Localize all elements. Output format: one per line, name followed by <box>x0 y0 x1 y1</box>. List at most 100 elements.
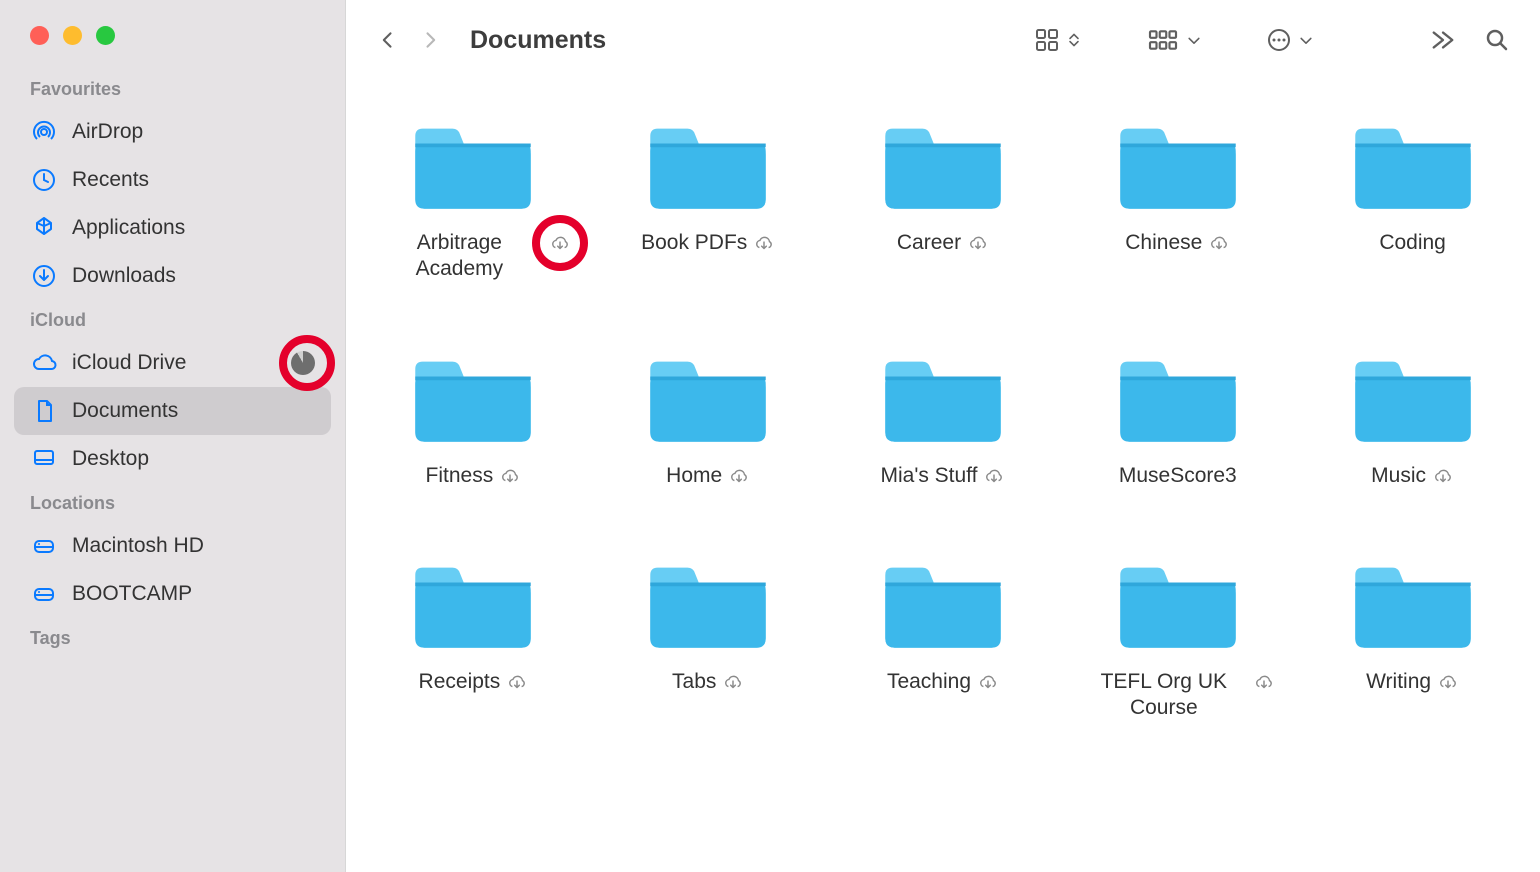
sidebar-item-label: Downloads <box>72 264 315 288</box>
folder-icon <box>638 549 778 657</box>
content-area[interactable]: Arbitrage Academy Book PDFs Career Chinese C… <box>346 80 1540 872</box>
sidebar-item-applications[interactable]: Applications <box>14 204 331 252</box>
desktop-icon <box>30 445 58 473</box>
sidebar-item-label: Macintosh HD <box>72 534 315 558</box>
window-fullscreen-button[interactable] <box>96 26 115 45</box>
cloud-download-icon <box>506 673 528 691</box>
cloud-download-icon <box>1208 234 1230 252</box>
sidebar-item-downloads[interactable]: Downloads <box>14 252 331 300</box>
folder-label: Teaching <box>887 669 971 695</box>
sidebar-heading: Locations <box>14 483 331 522</box>
sidebar-item-label: Desktop <box>72 447 315 471</box>
sidebar-item-label: Applications <box>72 216 315 240</box>
folder-label: Coding <box>1379 230 1446 256</box>
cloud-download-icon <box>549 234 571 252</box>
sidebar-item-label: iCloud Drive <box>72 351 277 375</box>
folder-item[interactable]: Book PDFs <box>611 110 806 283</box>
folder-icon <box>1108 549 1248 657</box>
main-pane: Documents Arbitrage Academy Book PDFs Care… <box>345 0 1540 872</box>
sidebar-item-macintosh-hd[interactable]: Macintosh HD <box>14 522 331 570</box>
nav-back-button[interactable] <box>376 28 400 52</box>
folder-label: Receipts <box>419 669 501 695</box>
folder-item[interactable]: Coding <box>1315 110 1510 283</box>
airdrop-icon <box>30 118 58 146</box>
cloud-download-icon <box>983 467 1005 485</box>
folder-item[interactable]: TEFL Org UK Course <box>1080 549 1275 722</box>
toolbar: Documents <box>346 0 1540 80</box>
folder-item[interactable]: Teaching <box>846 549 1041 722</box>
folder-label: MuseScore3 <box>1119 463 1237 489</box>
folder-label: Book PDFs <box>641 230 747 256</box>
folder-item[interactable]: Music <box>1315 343 1510 489</box>
sidebar-item-label: Recents <box>72 168 315 192</box>
folder-icon <box>638 110 778 218</box>
applications-icon <box>30 214 58 242</box>
window-minimize-button[interactable] <box>63 26 82 45</box>
sidebar-item-label: Documents <box>72 399 315 423</box>
folder-label: Tabs <box>672 669 716 695</box>
cloud-download-icon <box>967 234 989 252</box>
folder-icon <box>638 343 778 451</box>
sidebar-item-recents[interactable]: Recents <box>14 156 331 204</box>
sidebar-item-airdrop[interactable]: AirDrop <box>14 108 331 156</box>
cloud-download-icon <box>977 673 999 691</box>
disk-icon <box>30 532 58 560</box>
window-title: Documents <box>470 26 606 55</box>
folder-item[interactable]: MuseScore3 <box>1080 343 1275 489</box>
cloud-download-icon <box>1253 673 1275 691</box>
cloud-download-icon <box>753 234 775 252</box>
folder-icon <box>1343 343 1483 451</box>
nav-forward-button[interactable] <box>418 28 442 52</box>
sidebar-item-desktop[interactable]: Desktop <box>14 435 331 483</box>
cloud-download-icon <box>728 467 750 485</box>
folder-item[interactable]: Chinese <box>1080 110 1275 283</box>
more-button[interactable] <box>1430 27 1456 53</box>
sidebar-item-icloud-drive[interactable]: iCloud Drive <box>14 339 331 387</box>
folder-icon <box>873 110 1013 218</box>
folder-icon <box>1343 110 1483 218</box>
folder-item[interactable]: Home <box>611 343 806 489</box>
cloud-download-icon <box>1432 467 1454 485</box>
sidebar-heading: iCloud <box>14 300 331 339</box>
folder-icon <box>403 343 543 451</box>
disk-icon <box>30 580 58 608</box>
folder-icon <box>873 549 1013 657</box>
folder-item[interactable]: Receipts <box>376 549 571 722</box>
sidebar: Favourites AirDrop Recents Applications Down… <box>0 0 345 872</box>
sidebar-item-label: BOOTCAMP <box>72 582 315 606</box>
folder-grid: Arbitrage Academy Book PDFs Career Chinese C… <box>376 110 1510 721</box>
folder-label: Career <box>897 230 961 256</box>
group-button[interactable] <box>1146 27 1202 53</box>
folder-item[interactable]: Arbitrage Academy <box>376 110 571 283</box>
cloud-download-icon <box>1437 673 1459 691</box>
folder-icon <box>873 343 1013 451</box>
folder-item[interactable]: Career <box>846 110 1041 283</box>
sidebar-heading: Favourites <box>14 69 331 108</box>
sidebar-item-bootcamp[interactable]: BOOTCAMP <box>14 570 331 618</box>
sidebar-heading: Tags <box>14 618 331 657</box>
folder-label: Music <box>1371 463 1426 489</box>
cloud-download-icon <box>722 673 744 691</box>
sidebar-item-label: AirDrop <box>72 120 315 144</box>
storage-usage-pie <box>291 351 315 375</box>
folder-item[interactable]: Mia's Stuff <box>846 343 1041 489</box>
folder-icon <box>1108 343 1248 451</box>
sidebar-item-documents[interactable]: Documents <box>14 387 331 435</box>
folder-label: Arbitrage Academy <box>376 230 543 283</box>
downloads-icon <box>30 262 58 290</box>
folder-icon <box>1343 549 1483 657</box>
view-mode-button[interactable] <box>1034 27 1082 53</box>
folder-label: Fitness <box>426 463 494 489</box>
folder-label: Chinese <box>1125 230 1202 256</box>
folder-label: Writing <box>1366 669 1431 695</box>
search-button[interactable] <box>1484 27 1510 53</box>
cloud-download-icon <box>499 467 521 485</box>
folder-item[interactable]: Writing <box>1315 549 1510 722</box>
window-close-button[interactable] <box>30 26 49 45</box>
folder-item[interactable]: Tabs <box>611 549 806 722</box>
traffic-lights <box>14 16 331 69</box>
folder-item[interactable]: Fitness <box>376 343 571 489</box>
action-menu-button[interactable] <box>1266 27 1314 53</box>
folder-icon <box>1108 110 1248 218</box>
cloud-icon <box>30 349 58 377</box>
